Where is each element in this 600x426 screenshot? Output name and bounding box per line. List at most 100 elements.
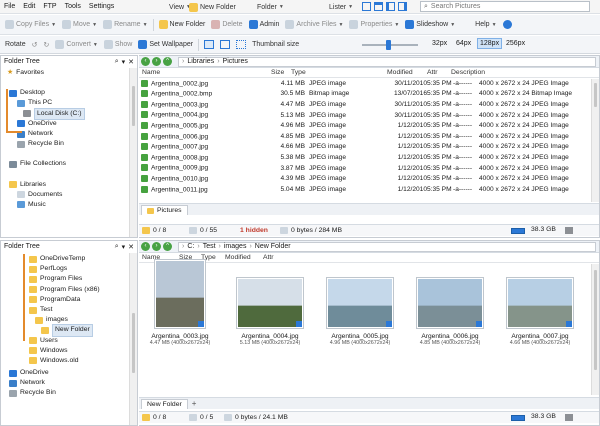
view-details-icon[interactable] xyxy=(201,38,217,52)
tree-item-recycle-bin[interactable]: Recycle Bin xyxy=(1,388,137,398)
col-name[interactable]: Name xyxy=(139,69,257,76)
layout-dual-icon[interactable] xyxy=(374,2,383,11)
hidden-count[interactable]: 1 hidden xyxy=(240,227,280,234)
back-icon[interactable]: ‹ xyxy=(141,57,150,66)
tree-item-onedrivetemp[interactable]: OneDriveTemp xyxy=(1,254,137,264)
slideshow-button[interactable]: Slideshow ▼ xyxy=(402,18,458,32)
table-row[interactable]: Argentina_0002.bmp 30.5 MB Bitmap image 13/… xyxy=(139,89,599,100)
layout-tree-icon[interactable] xyxy=(386,2,395,11)
tree-item-onedrive[interactable]: OneDrive xyxy=(1,368,137,378)
layout-single-icon[interactable] xyxy=(362,2,371,11)
up-icon[interactable]: ^ xyxy=(163,242,172,251)
scrollbar-thumb[interactable] xyxy=(594,270,597,370)
col-modified[interactable]: Modified xyxy=(387,69,427,76)
convert-button[interactable]: Convert ▼ xyxy=(52,38,100,52)
table-row[interactable]: Argentina_0008.jpg 5.38 MB JPEG image 1/12/… xyxy=(139,152,599,163)
tree-item-documents[interactable]: Documents xyxy=(1,190,137,200)
table-row[interactable]: Argentina_0006.jpg 4.85 MB JPEG image 1/12/… xyxy=(139,131,599,142)
col-type[interactable]: Type xyxy=(291,69,387,76)
close-icon[interactable]: ✕ xyxy=(128,243,134,251)
menu-settings[interactable]: Settings xyxy=(85,0,118,14)
tree-item-programdata[interactable]: ProgramData xyxy=(1,295,137,305)
tree-scrollbar[interactable] xyxy=(129,253,137,425)
table-row[interactable]: Argentina_0010.jpg 4.39 MB JPEG image 1/12/… xyxy=(139,173,599,184)
layout-viewer-icon[interactable] xyxy=(398,2,407,11)
tree-item-program-files[interactable]: Program Files xyxy=(1,274,137,284)
col-attr[interactable]: Attr xyxy=(427,69,451,76)
set-wallpaper-button[interactable]: Set Wallpaper xyxy=(135,38,196,52)
slider-handle[interactable] xyxy=(386,40,391,50)
list-scrollbar[interactable] xyxy=(591,79,599,202)
back-icon[interactable]: ‹ xyxy=(141,242,150,251)
breadcrumb-libraries[interactable]: Libraries xyxy=(187,58,214,65)
breadcrumb-images[interactable]: images xyxy=(224,243,247,250)
table-row[interactable]: Argentina_0007.jpg 4.66 MB JPEG image 1/12/… xyxy=(139,142,599,153)
thumbnail-item[interactable]: Argentina_0005.jpg 4.96 MB (4000x2672x24) xyxy=(321,277,399,346)
view-thumbs-icon[interactable] xyxy=(217,38,233,52)
col-description[interactable]: Description xyxy=(451,69,485,76)
table-row[interactable]: Argentina_0004.jpg 5.13 MB JPEG image 30/11… xyxy=(139,110,599,121)
size-128px[interactable]: 128px xyxy=(477,38,503,49)
forward-icon[interactable]: › xyxy=(152,57,161,66)
breadcrumb-c[interactable]: C: xyxy=(187,243,194,250)
thumbnail-item[interactable]: Argentina_0004.jpg 5.13 MB (4000x2672x24) xyxy=(231,277,309,346)
view-grid-icon[interactable] xyxy=(233,38,249,52)
delete-button[interactable]: Delete xyxy=(208,18,245,32)
tab-pictures[interactable]: Pictures xyxy=(141,205,188,215)
tree-item-windows-old[interactable]: Windows.old xyxy=(1,356,137,366)
search-icon[interactable]: ⌕ xyxy=(115,243,119,251)
help-info-icon[interactable] xyxy=(500,18,515,32)
close-icon[interactable]: ✕ xyxy=(128,58,134,66)
tree-item-users[interactable]: Users xyxy=(1,336,137,346)
show-button[interactable]: Show xyxy=(101,38,136,52)
lister-menu[interactable]: Lister ▼ xyxy=(326,0,356,14)
rotate-button[interactable]: Rotate xyxy=(2,38,29,52)
thumbnail-item[interactable]: Argentina_0007.jpg 4.66 MB (4000x2672x24) xyxy=(501,277,579,346)
breadcrumb-test[interactable]: Test xyxy=(203,243,216,250)
tree-item-recycle-bin[interactable]: Recycle Bin xyxy=(1,139,137,149)
copy-files-button[interactable]: Copy Files ▼ xyxy=(2,18,59,32)
properties-button[interactable]: Properties ▼ xyxy=(346,18,402,32)
scrollbar-thumb[interactable] xyxy=(132,313,135,373)
help-button[interactable]: Help ▼ xyxy=(472,18,499,32)
pin-icon[interactable]: ▾ xyxy=(122,58,126,66)
tree-scrollbar[interactable] xyxy=(129,68,137,237)
move-button[interactable]: Move ▼ xyxy=(59,18,100,32)
breadcrumb-pictures[interactable]: Pictures xyxy=(223,58,248,65)
col-attr[interactable]: Attr xyxy=(263,254,274,261)
tree-item-favorites[interactable]: ★ Favorites xyxy=(1,68,137,78)
tree-item-windows[interactable]: Windows xyxy=(1,346,137,356)
folder-menu[interactable]: Folder ▼ xyxy=(254,0,287,14)
pin-icon[interactable]: ▾ xyxy=(122,243,126,251)
tree-item-test[interactable]: Test xyxy=(1,305,137,315)
rotate-left-icon[interactable]: ↺ xyxy=(29,38,41,52)
archive-files-button[interactable]: Archive Files ▼ xyxy=(282,18,346,32)
add-tab-icon[interactable]: + xyxy=(192,399,197,409)
table-row[interactable]: Argentina_0002.jpg 4.11 MB JPEG image 30/11… xyxy=(139,78,599,89)
admin-button[interactable]: Admin xyxy=(246,18,283,32)
scrollbar-thumb[interactable] xyxy=(594,83,597,107)
breadcrumb-new-folder[interactable]: New Folder xyxy=(255,243,291,250)
table-row[interactable]: Argentina_0005.jpg 4.96 MB JPEG image 1/12/… xyxy=(139,120,599,131)
tree-item-file-collections[interactable]: File Collections xyxy=(1,159,137,169)
up-icon[interactable]: ^ xyxy=(163,57,172,66)
menu-edit[interactable]: Edit xyxy=(19,0,39,14)
tree-item-desktop[interactable]: Desktop xyxy=(1,88,137,98)
tree-item-perflogs[interactable]: PerfLogs xyxy=(1,264,137,274)
tree-item-network[interactable]: Network xyxy=(1,378,137,388)
search-icon[interactable]: ⌕ xyxy=(115,58,119,66)
col-modified[interactable]: Modified xyxy=(225,254,263,261)
new-folder-tool-button[interactable]: New Folder xyxy=(156,18,209,32)
tree-item-new-folder[interactable]: New Folder xyxy=(1,324,137,337)
tree-item-music[interactable]: Music xyxy=(1,200,137,210)
tree-item-program-files-x86[interactable]: Program Files (x86) xyxy=(1,285,137,295)
size-256px[interactable]: 256px xyxy=(506,40,525,47)
thumbnail-item[interactable]: Argentina_0003.jpg 4.47 MB (4000x2672x24) xyxy=(141,259,219,346)
size-32px[interactable]: 32px xyxy=(432,40,447,47)
tree-item-local-disk[interactable]: Local Disk (C:) xyxy=(1,107,137,120)
rename-button[interactable]: Rename ▼ xyxy=(100,18,150,32)
table-row[interactable]: Argentina_0011.jpg 5.04 MB JPEG image 1/12/… xyxy=(139,184,599,195)
rotate-right-icon[interactable]: ↻ xyxy=(41,38,53,52)
tree-item-libraries[interactable]: Libraries xyxy=(1,180,137,190)
forward-icon[interactable]: › xyxy=(152,242,161,251)
